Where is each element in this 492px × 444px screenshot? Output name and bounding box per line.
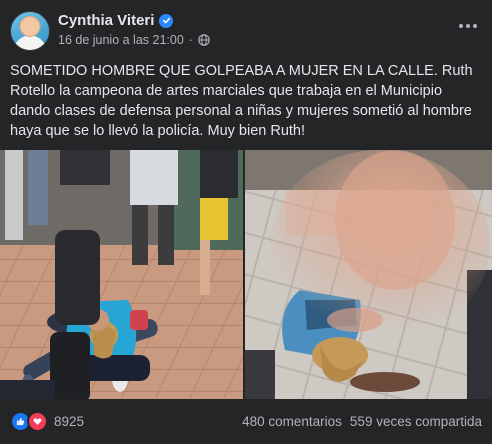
- shares-count[interactable]: 559 veces compartida: [350, 414, 482, 429]
- post-photo-1[interactable]: [0, 150, 243, 399]
- post-photo-2[interactable]: [245, 150, 492, 399]
- reactions[interactable]: 8925: [10, 410, 85, 432]
- author-avatar[interactable]: [10, 11, 50, 51]
- verified-badge-icon: [159, 13, 174, 28]
- post-meta: 16 de junio a las 21:00 ·: [58, 33, 210, 47]
- facebook-post: Cynthia Viteri 16 de junio a las 21:00 ·…: [0, 0, 492, 444]
- post-timestamp[interactable]: 16 de junio a las 21:00: [58, 33, 184, 47]
- post-stats: 8925 480 comentarios 559 veces compartid…: [10, 409, 482, 433]
- comments-count[interactable]: 480 comentarios: [242, 414, 342, 429]
- post-text: SOMETIDO HOMBRE QUE GOLPEABA A MUJER EN …: [10, 63, 473, 139]
- reaction-count: 8925: [54, 413, 85, 429]
- love-icon: [27, 410, 48, 432]
- more-options-icon[interactable]: [454, 16, 482, 36]
- globe-icon: [198, 34, 210, 46]
- post-photos: [0, 150, 492, 399]
- author-line: Cynthia Viteri: [58, 12, 174, 29]
- author-name[interactable]: Cynthia Viteri: [58, 12, 154, 29]
- post-header: Cynthia Viteri 16 de junio a las 21:00 ·: [10, 10, 482, 54]
